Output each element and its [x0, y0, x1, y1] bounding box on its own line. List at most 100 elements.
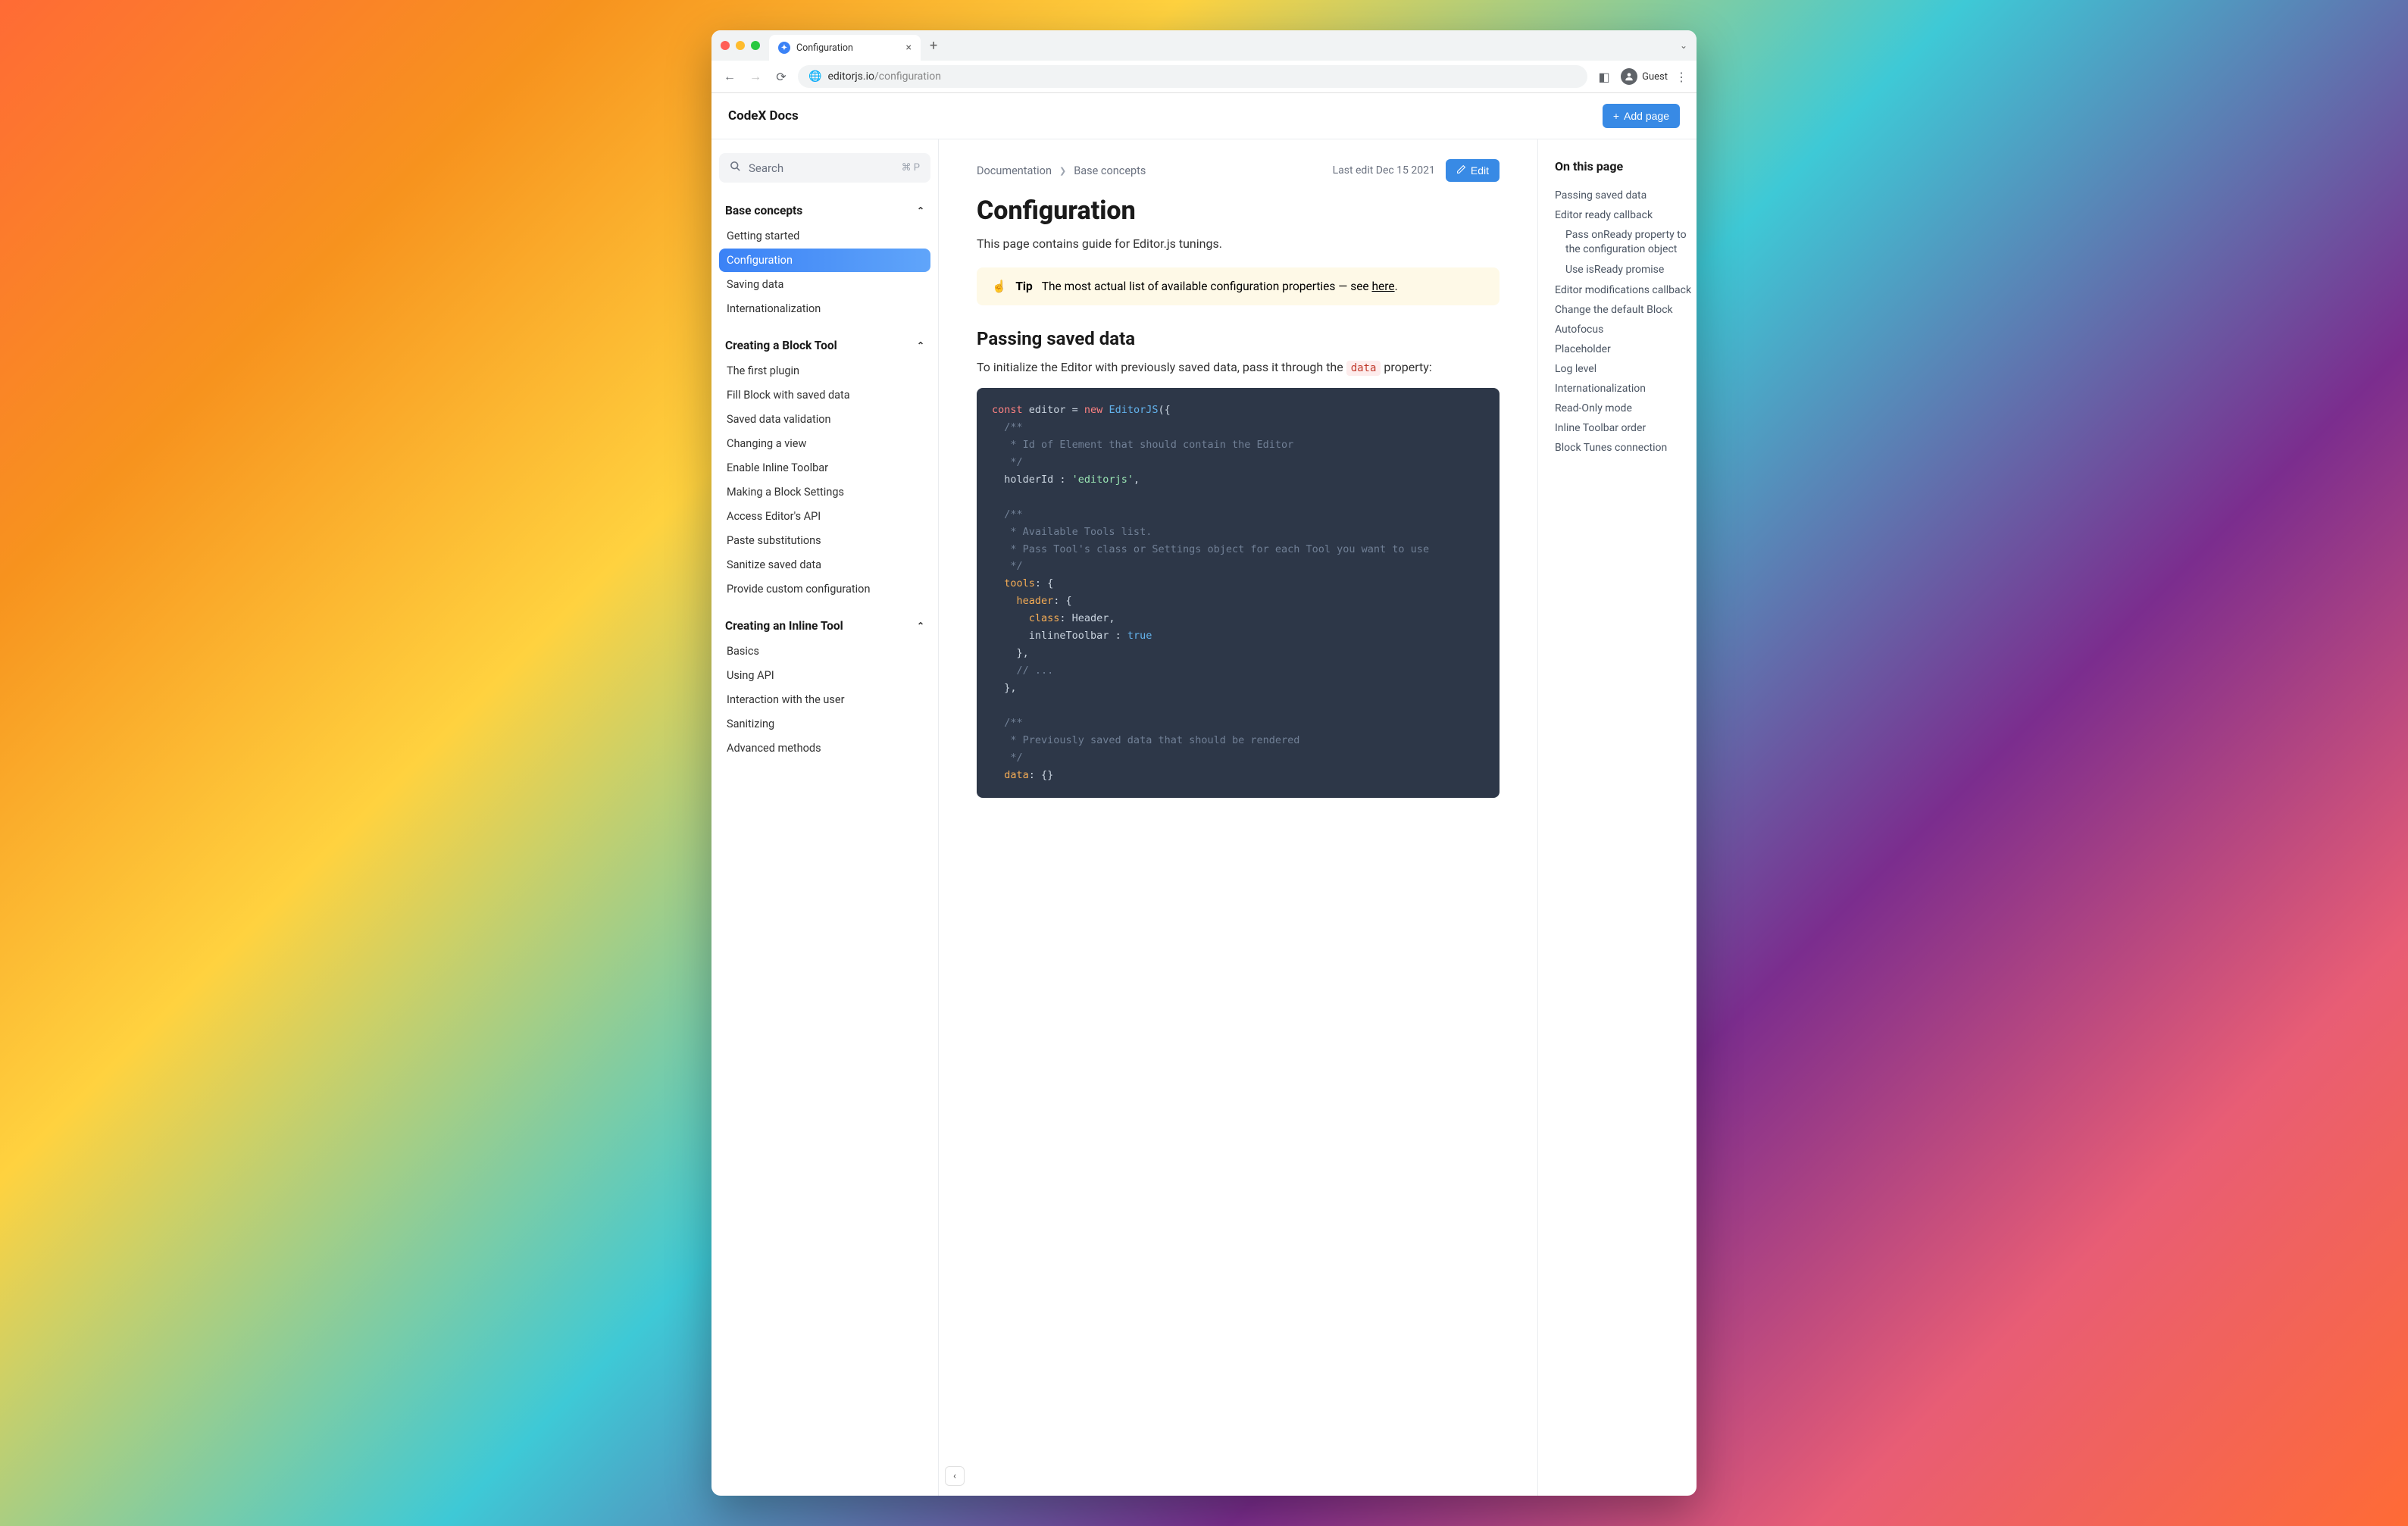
search-placeholder: Search: [749, 161, 894, 175]
browser-window: ✦ Configuration × + ⌄ ← → ⟳ 🌐 editorjs.i…: [711, 30, 1697, 1496]
sidebar-item[interactable]: Advanced methods: [719, 736, 930, 760]
reload-button[interactable]: ⟳: [772, 70, 790, 84]
browser-chrome: ✦ Configuration × + ⌄ ← → ⟳ 🌐 editorjs.i…: [711, 30, 1697, 93]
body-text: To initialize the Editor with previously…: [977, 360, 1500, 374]
close-tab-icon[interactable]: ×: [906, 42, 912, 54]
chevron-right-icon: ❯: [1059, 166, 1066, 176]
search-icon: [730, 161, 741, 175]
edit-label: Edit: [1471, 164, 1489, 177]
sidebar-item[interactable]: Interaction with the user: [719, 688, 930, 711]
breadcrumb-item[interactable]: Base concepts: [1074, 164, 1146, 177]
sidebar-item[interactable]: Sanitize saved data: [719, 553, 930, 577]
maximize-window-icon[interactable]: [751, 41, 760, 50]
chevron-up-icon: ⌃: [917, 340, 924, 351]
toc-item[interactable]: Autofocus: [1555, 320, 1697, 339]
breadcrumb-item[interactable]: Documentation: [977, 164, 1052, 177]
app-body: Search ⌘ P Base concepts ⌃ Getting started…: [711, 139, 1697, 1496]
search-shortcut: ⌘ P: [902, 162, 920, 174]
sidebar-item[interactable]: Configuration: [719, 249, 930, 272]
sidebar-section-header[interactable]: Creating a Block Tool ⌃: [719, 333, 930, 358]
sidebar: Search ⌘ P Base concepts ⌃ Getting started…: [711, 139, 939, 1496]
globe-icon: 🌐: [808, 70, 821, 83]
plus-icon: +: [1613, 110, 1619, 122]
sidebar-item[interactable]: Enable Inline Toolbar: [719, 456, 930, 480]
toc-title: On this page: [1555, 159, 1697, 174]
sidebar-item[interactable]: Basics: [719, 639, 930, 663]
browser-menu-icon[interactable]: ⋮: [1675, 70, 1687, 84]
sidebar-item[interactable]: Sanitizing: [719, 712, 930, 736]
add-page-label: Add page: [1624, 110, 1669, 122]
sidebar-item[interactable]: Provide custom configuration: [719, 577, 930, 601]
sidebar-item[interactable]: Access Editor's API: [719, 505, 930, 528]
favicon-icon: ✦: [778, 42, 790, 54]
app: CodeX Docs + Add page Search ⌘ P Base co…: [711, 93, 1697, 1496]
minimize-window-icon[interactable]: [736, 41, 745, 50]
add-page-button[interactable]: + Add page: [1603, 104, 1680, 128]
toc-item[interactable]: Pass onReady property to the configurati…: [1555, 225, 1697, 260]
toc-item[interactable]: Editor ready callback: [1555, 205, 1697, 225]
tab-bar: ✦ Configuration × + ⌄: [711, 30, 1697, 61]
search-input[interactable]: Search ⌘ P: [719, 153, 930, 183]
toc-item[interactable]: Read-Only mode: [1555, 399, 1697, 418]
sidebar-item[interactable]: Paste substitutions: [719, 529, 930, 552]
sidebar-section-header[interactable]: Base concepts ⌃: [719, 198, 930, 224]
toc-item[interactable]: Inline Toolbar order: [1555, 418, 1697, 438]
sidebar-item[interactable]: Fill Block with saved data: [719, 383, 930, 407]
tabs-dropdown-icon[interactable]: ⌄: [1680, 40, 1687, 51]
sidebar-section-header[interactable]: Creating an Inline Tool ⌃: [719, 613, 930, 639]
url-domain: editorjs.io: [827, 70, 874, 83]
toc-item[interactable]: Use isReady promise: [1555, 260, 1697, 280]
traffic-lights: [721, 41, 760, 50]
chevron-up-icon: ⌃: [917, 621, 924, 631]
app-title: CodeX Docs: [728, 108, 799, 124]
tip-link[interactable]: here: [1371, 280, 1394, 293]
toc-item[interactable]: Placeholder: [1555, 339, 1697, 359]
address-bar-row: ← → ⟳ 🌐 editorjs.io/configuration ◧ Gues…: [711, 61, 1697, 92]
app-header: CodeX Docs + Add page: [711, 93, 1697, 139]
pencil-icon: [1456, 164, 1466, 177]
chevron-left-icon: ‹: [953, 1471, 956, 1482]
sidebar-item[interactable]: The first plugin: [719, 359, 930, 383]
code-block: const editor = new EditorJS({ /** * Id o…: [977, 388, 1500, 798]
last-edit-text: Last edit Dec 15 2021: [1333, 164, 1435, 177]
close-window-icon[interactable]: [721, 41, 730, 50]
toc-item[interactable]: Log level: [1555, 359, 1697, 379]
toc-item[interactable]: Change the default Block: [1555, 300, 1697, 320]
sidebar-item[interactable]: Changing a view: [719, 432, 930, 455]
sidebar-item[interactable]: Making a Block Settings: [719, 480, 930, 504]
profile-button[interactable]: Guest: [1621, 68, 1668, 85]
tip-emoji-icon: ☝️: [992, 280, 1006, 293]
toc-item[interactable]: Internationalization: [1555, 379, 1697, 399]
back-button[interactable]: ←: [721, 69, 739, 84]
sidebar-item[interactable]: Getting started: [719, 224, 930, 248]
chevron-up-icon: ⌃: [917, 205, 924, 216]
section-heading: Passing saved data: [977, 328, 1500, 349]
address-bar[interactable]: 🌐 editorjs.io/configuration: [798, 65, 1587, 88]
sidebar-item[interactable]: Using API: [719, 664, 930, 687]
top-row: Documentation ❯ Base concepts Last edit …: [977, 159, 1500, 182]
collapse-sidebar-button[interactable]: ‹: [945, 1466, 965, 1486]
sidebar-section-title: Base concepts: [725, 204, 802, 217]
page-title: Configuration: [977, 195, 1500, 226]
tab-title: Configuration: [796, 42, 900, 54]
sidebar-item[interactable]: Saved data validation: [719, 408, 930, 431]
toc-item[interactable]: Editor modifications callback: [1555, 280, 1697, 300]
breadcrumb: Documentation ❯ Base concepts: [977, 164, 1146, 177]
toc-item[interactable]: Passing saved data: [1555, 186, 1697, 205]
main-content: Documentation ❯ Base concepts Last edit …: [939, 139, 1537, 1496]
toc-item[interactable]: Block Tunes connection: [1555, 438, 1697, 458]
sidebar-section-title: Creating a Block Tool: [725, 339, 837, 352]
browser-tab[interactable]: ✦ Configuration ×: [769, 35, 921, 61]
sidebar-section-title: Creating an Inline Tool: [725, 619, 843, 633]
forward-button[interactable]: →: [746, 69, 765, 84]
edit-button[interactable]: Edit: [1446, 159, 1500, 182]
sidebar-item[interactable]: Internationalization: [719, 297, 930, 321]
intro-text: This page contains guide for Editor.js t…: [977, 236, 1500, 251]
panel-icon[interactable]: ◧: [1595, 70, 1613, 84]
tip-label: Tip: [1015, 280, 1032, 293]
new-tab-button[interactable]: +: [930, 38, 937, 54]
url-path: /configuration: [874, 70, 941, 83]
sidebar-item[interactable]: Saving data: [719, 273, 930, 296]
avatar-icon: [1621, 68, 1637, 85]
table-of-contents: On this page Passing saved dataEditor re…: [1537, 139, 1697, 1496]
